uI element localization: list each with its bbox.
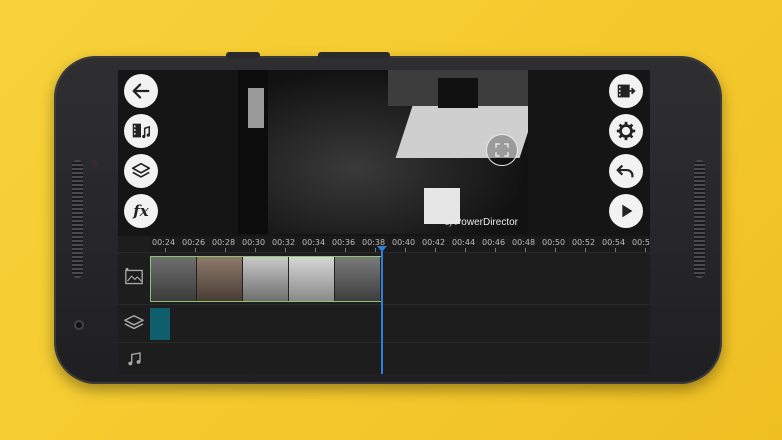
- timecode-label: 00:40: [392, 238, 416, 247]
- fx-button[interactable]: fx: [124, 194, 158, 228]
- overlay-clip[interactable]: [150, 308, 170, 340]
- media-library-button[interactable]: [124, 114, 158, 148]
- media-library-icon: [132, 123, 150, 139]
- watermark-brand: PowerDirector: [454, 217, 518, 228]
- app-screen: fx by PowerDirector 00:24 00:26 00:28 00…: [118, 70, 650, 374]
- timecode-label: 00:26: [182, 238, 206, 247]
- video-preview[interactable]: by PowerDirector: [238, 70, 528, 234]
- layers-icon: [131, 162, 151, 178]
- timecode-label: 00:42: [422, 238, 446, 247]
- back-button[interactable]: [124, 74, 158, 108]
- timecode-label: 00:52: [572, 238, 596, 247]
- proximity-sensor: [92, 160, 98, 166]
- settings-gear-icon: [616, 121, 636, 141]
- play-icon: [622, 204, 633, 218]
- playhead-handle[interactable]: [377, 246, 387, 252]
- phone-volume-button: [318, 52, 390, 58]
- timecode-label: 00:34: [302, 238, 326, 247]
- timecode-label: 00:36: [332, 238, 356, 247]
- speaker-grille-left: [72, 160, 83, 278]
- right-toolbar: [602, 70, 650, 236]
- undo-icon: [616, 164, 634, 178]
- scene-monitor: [438, 78, 478, 108]
- clip-thumbnail: [289, 257, 335, 301]
- fullscreen-icon: [495, 143, 509, 157]
- timeline[interactable]: 00:24 00:26 00:28 00:30 00:32 00:34 00:3…: [118, 236, 650, 374]
- timecode-label: 00:30: [242, 238, 266, 247]
- clip-thumbnail: [197, 257, 243, 301]
- clip-thumbnail: [151, 257, 197, 301]
- overlay-track-icon: [122, 311, 146, 335]
- export-produce-icon: [617, 84, 636, 98]
- front-camera: [74, 320, 84, 330]
- timeline-ruler[interactable]: 00:24 00:26 00:28 00:30 00:32 00:34 00:3…: [150, 236, 650, 252]
- play-button[interactable]: [609, 194, 643, 228]
- timecode-label: 00:24: [152, 238, 176, 247]
- timecode-label: 00:5: [632, 238, 650, 247]
- timecode-label: 00:44: [452, 238, 476, 247]
- speaker-grille-right: [694, 160, 705, 278]
- overlay-track[interactable]: [118, 304, 650, 342]
- timecode-label: 00:28: [212, 238, 236, 247]
- audio-track-icon: [122, 347, 146, 371]
- timecode-label: 00:50: [542, 238, 566, 247]
- export-button[interactable]: [609, 74, 643, 108]
- watermark-prefix: by: [445, 220, 453, 227]
- timecode-label: 00:48: [512, 238, 536, 247]
- layers-button[interactable]: [124, 154, 158, 188]
- undo-button[interactable]: [609, 154, 643, 188]
- video-track-icon: [122, 265, 146, 289]
- fullscreen-button[interactable]: [486, 134, 518, 166]
- playhead[interactable]: [381, 246, 383, 374]
- phone-side-button: [226, 52, 260, 58]
- left-toolbar: fx: [118, 70, 166, 236]
- timecode-label: 00:46: [482, 238, 506, 247]
- powerdirector-watermark: by PowerDirector: [445, 217, 518, 228]
- clip-thumbnail: [243, 257, 289, 301]
- settings-button[interactable]: [609, 114, 643, 148]
- back-arrow-icon: [132, 83, 150, 99]
- clip-thumbnail: [335, 257, 381, 301]
- video-clip[interactable]: [150, 256, 382, 302]
- fx-icon: fx: [133, 202, 149, 220]
- timecode-label: 00:32: [272, 238, 296, 247]
- timecode-label: 00:54: [602, 238, 626, 247]
- scene-person: [248, 88, 264, 128]
- audio-track[interactable]: [118, 342, 650, 374]
